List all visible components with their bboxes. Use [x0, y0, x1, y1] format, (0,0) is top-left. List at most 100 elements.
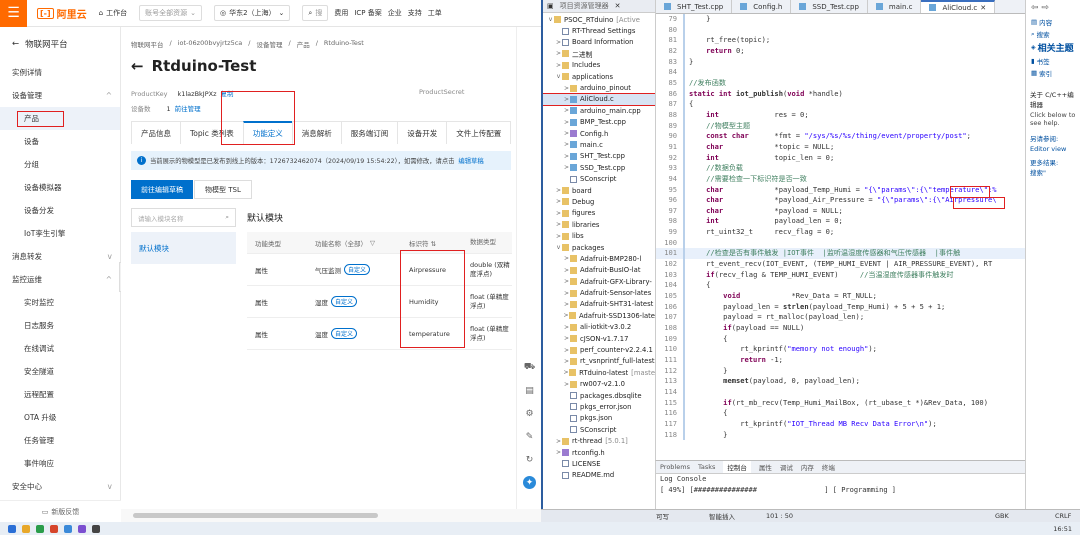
sidebar-item[interactable]: IoT孪生引擎: [0, 222, 120, 245]
code-line[interactable]: 118 }: [656, 430, 1025, 441]
tree-item[interactable]: > Adafruit-BMP280-l: [543, 253, 655, 264]
app-icon[interactable]: [78, 524, 86, 533]
help-contents-link[interactable]: ▤ 内容: [1026, 16, 1080, 28]
code-line[interactable]: 91 char *topic = NULL;: [656, 142, 1025, 153]
bookmarks-link[interactable]: ▮ 书签: [1026, 55, 1080, 67]
tree-item[interactable]: > rt_vsnprintf_full-latest: [543, 356, 655, 367]
col-header[interactable]: 标识符 ⇅: [399, 238, 466, 248]
tree-item[interactable]: > figures: [543, 208, 655, 219]
start-icon[interactable]: [8, 524, 16, 533]
console-tab[interactable]: 内存: [801, 462, 814, 472]
tree-item[interactable]: > Includes: [543, 60, 655, 71]
tree-item[interactable]: pkgs.json: [543, 413, 655, 424]
console-tab[interactable]: Tasks: [698, 463, 715, 471]
account-resource-selector[interactable]: 账号全部资源 ⌄: [139, 5, 202, 21]
twisty-icon[interactable]: >: [563, 381, 570, 388]
code-line[interactable]: 94 //需要检查一下标识符是否一致: [656, 174, 1025, 185]
sidebar-item[interactable]: 设备管理 ^: [0, 84, 120, 107]
code-line[interactable]: 113 memset(payload, 0, payload_len);: [656, 376, 1025, 387]
twisty-icon[interactable]: >: [555, 187, 562, 194]
tree-item[interactable]: > Adafruit-Sensor-lates: [543, 287, 655, 298]
twisty-icon[interactable]: >: [563, 141, 570, 148]
twisty-icon[interactable]: v: [547, 16, 554, 23]
sidebar-item[interactable]: 设备分发: [0, 199, 120, 222]
breadcrumb-item[interactable]: 设备管理: [257, 39, 283, 49]
tree-item[interactable]: > Config.h: [543, 128, 655, 139]
tree-item[interactable]: pkgs_error.json: [543, 401, 655, 412]
app-icon[interactable]: [92, 524, 100, 533]
tree-item[interactable]: > Board Information: [543, 37, 655, 48]
code-line[interactable]: 107 payload = rt_malloc(payload_len);: [656, 312, 1025, 323]
tree-item[interactable]: > board: [543, 185, 655, 196]
edit-draft-link[interactable]: 编辑草稿: [458, 156, 483, 165]
assistant-icon[interactable]: ✦: [523, 476, 536, 489]
twisty-icon[interactable]: >: [555, 39, 562, 46]
code-line[interactable]: 114: [656, 387, 1025, 398]
edit-draft-button[interactable]: 前往编辑草稿: [131, 180, 193, 199]
tree-item[interactable]: > main.c: [543, 139, 655, 150]
index-link[interactable]: ▦ 索引: [1026, 67, 1080, 79]
aliyun-logo[interactable]: [-] 阿里云: [37, 6, 87, 21]
help-search-link[interactable]: ⌕ 搜索: [1026, 28, 1080, 40]
horizontal-scrollbar[interactable]: [121, 509, 541, 522]
refresh-icon[interactable]: ↻: [523, 453, 536, 466]
scrollbar-thumb[interactable]: [133, 513, 378, 518]
code-line[interactable]: 84: [656, 67, 1025, 78]
settings-icon[interactable]: ⚙: [523, 407, 536, 420]
tab-device-dev[interactable]: 设备开发: [397, 121, 448, 144]
code-line[interactable]: 110 rt_kprintf("memory not enough");: [656, 344, 1025, 355]
sidebar-item[interactable]: 监控运维 ^: [0, 268, 120, 291]
twisty-icon[interactable]: >: [563, 130, 570, 137]
code-line[interactable]: 82 return 0;: [656, 46, 1025, 57]
sidebar-item[interactable]: 远程配置: [0, 383, 120, 406]
cart-icon[interactable]: ⛟: [523, 361, 536, 374]
topbar-link[interactable]: 企业: [388, 8, 402, 18]
tab-product-info[interactable]: 产品信息: [131, 121, 181, 144]
app-icon[interactable]: [64, 524, 72, 533]
code-line[interactable]: 109 {: [656, 334, 1025, 345]
tree-item[interactable]: RT-Thread Settings: [543, 25, 655, 36]
tsl-button[interactable]: 物模型 TSL: [194, 180, 252, 199]
tree-item[interactable]: > ali-iotkit-v3.0.2: [543, 322, 655, 333]
twisty-icon[interactable]: v: [555, 244, 562, 251]
code-line[interactable]: 88 int res = 0;: [656, 110, 1025, 121]
sidebar-item[interactable]: 安全隧道: [0, 360, 120, 383]
document-icon[interactable]: ▤: [523, 384, 536, 397]
sidebar-item[interactable]: 实例详情: [0, 61, 120, 84]
code-line[interactable]: 111 return -1;: [656, 355, 1025, 366]
code-line[interactable]: 99 rt_uint32_t recv_flag = 0;: [656, 227, 1025, 238]
twisty-icon[interactable]: >: [563, 335, 570, 342]
editor-tab[interactable]: SHT_Test.cpp: [656, 0, 733, 13]
sidebar-item[interactable]: 安全中心 v: [0, 475, 120, 498]
twisty-icon[interactable]: >: [555, 438, 562, 445]
code-line[interactable]: 108 if(payload == NULL): [656, 323, 1025, 334]
twisty-icon[interactable]: >: [563, 107, 570, 114]
twisty-icon[interactable]: >: [563, 290, 570, 297]
console-tab[interactable]: 属性: [759, 462, 772, 472]
code-line[interactable]: 103 if(recv_flag & TEMP_HUMI_EVENT) //当温…: [656, 270, 1025, 281]
close-icon[interactable]: ✕: [980, 4, 986, 12]
sidebar-item[interactable]: 设备模拟器: [0, 176, 120, 199]
feedback-button[interactable]: ▭ 新版反馈: [0, 500, 121, 522]
tab-server-subscribe[interactable]: 服务端订阅: [340, 121, 399, 144]
console-tab[interactable]: Problems: [660, 463, 690, 471]
twisty-icon[interactable]: >: [563, 278, 570, 285]
editor-tab[interactable]: main.c: [868, 0, 922, 13]
tree-item[interactable]: packages.dbsqlite: [543, 390, 655, 401]
code-line[interactable]: 89 //物模型主题: [656, 121, 1025, 132]
tree-item[interactable]: SConscript: [543, 424, 655, 435]
twisty-icon[interactable]: >: [555, 233, 562, 240]
twisty-icon[interactable]: >: [563, 85, 570, 92]
twisty-icon[interactable]: >: [555, 449, 562, 456]
tree-item[interactable]: > Debug: [543, 196, 655, 207]
twisty-icon[interactable]: >: [555, 210, 562, 217]
col-header[interactable]: 功能名称（全部） ▽: [309, 238, 399, 248]
topbar-link[interactable]: 费用: [334, 8, 348, 18]
topbar-link[interactable]: ICP 备案: [354, 8, 381, 18]
breadcrumb-item[interactable]: 产品: [297, 39, 310, 49]
status-encoding[interactable]: GBK: [995, 512, 1055, 520]
sidebar-item[interactable]: 设备: [0, 130, 120, 153]
code-line[interactable]: 93 //数据负载: [656, 163, 1025, 174]
tree-item[interactable]: > AliCloud.c: [543, 92, 655, 107]
twisty-icon[interactable]: >: [563, 164, 570, 171]
